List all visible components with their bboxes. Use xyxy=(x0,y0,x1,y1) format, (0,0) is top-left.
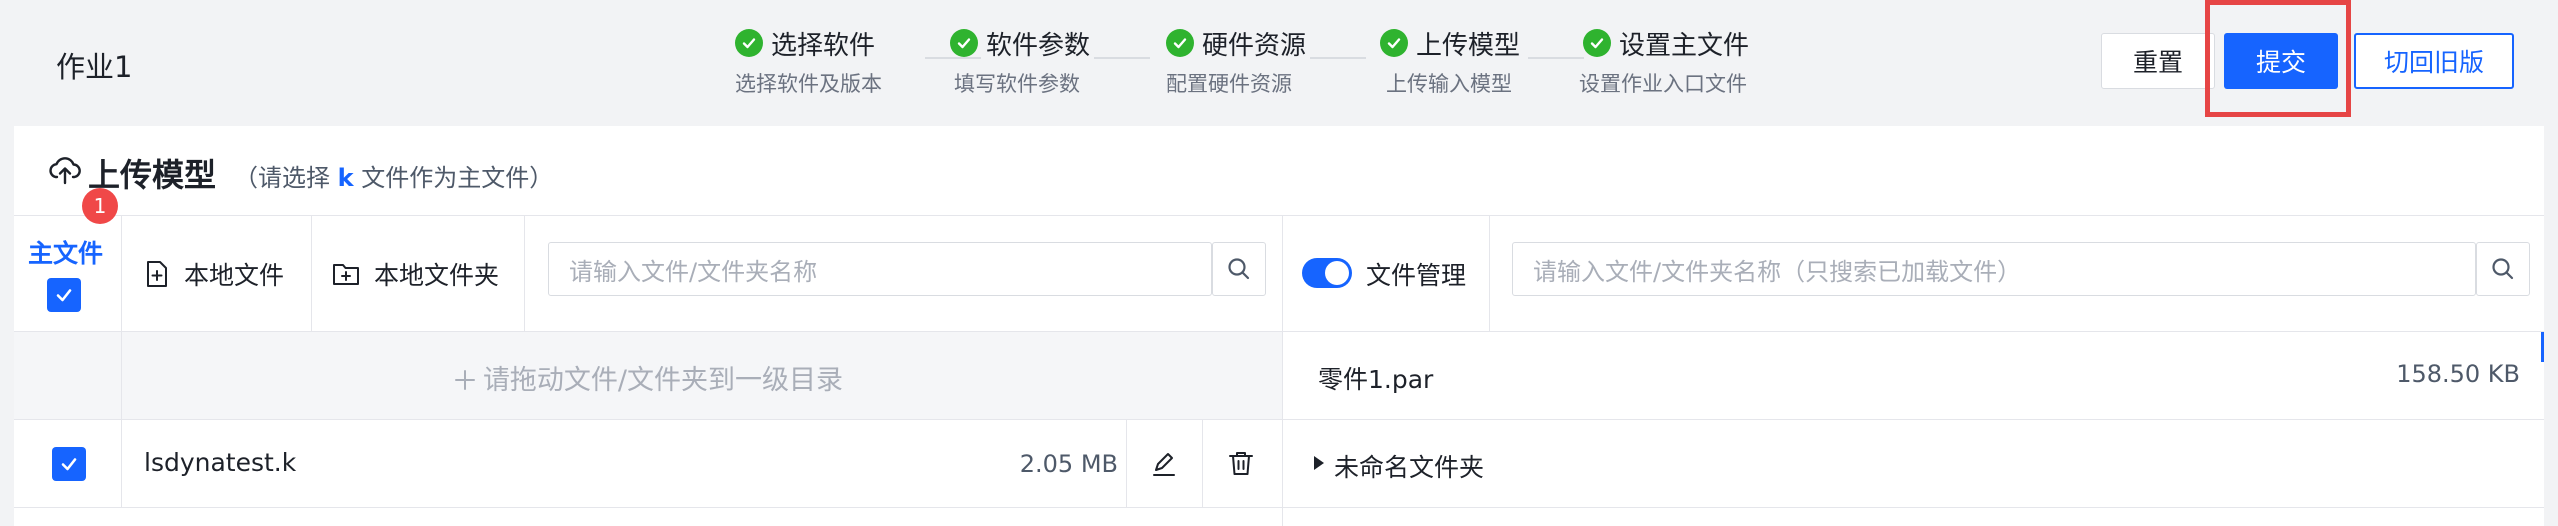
step-connector xyxy=(1310,57,1366,59)
step-hardware[interactable]: 硬件资源 配置硬件资源 xyxy=(1166,26,1306,98)
divider xyxy=(121,216,122,332)
step-label: 软件参数 xyxy=(986,30,1091,61)
reset-button[interactable]: 重置 xyxy=(2101,33,2215,89)
step-connector xyxy=(1094,57,1150,59)
file-manage-toggle[interactable] xyxy=(1302,258,1352,288)
check-circle-icon xyxy=(950,29,978,57)
file-size: 2.05 MB xyxy=(1019,450,1118,478)
delete-button[interactable] xyxy=(1227,449,1255,481)
divider xyxy=(311,216,312,332)
hint-prefix: （请选择 xyxy=(234,164,338,192)
check-circle-icon xyxy=(735,29,763,57)
main-file-select-all-checkbox[interactable] xyxy=(47,278,81,312)
file-add-icon xyxy=(147,261,167,287)
file-manager-search-button[interactable] xyxy=(2476,242,2530,296)
scroll-indicator xyxy=(2541,332,2544,362)
check-circle-icon xyxy=(1583,29,1611,57)
divider xyxy=(1282,216,1283,332)
search-icon xyxy=(1228,258,1250,280)
divider xyxy=(121,420,122,508)
step-connector xyxy=(1528,57,1584,59)
file-manager-item-name: 零件1.par xyxy=(1318,365,1434,394)
file-manager-folder[interactable]: 未命名文件夹 xyxy=(1282,420,2544,508)
trash-icon xyxy=(1229,452,1253,475)
local-file-button[interactable]: 本地文件 xyxy=(144,216,284,332)
plus-icon xyxy=(454,370,475,390)
step-label: 选择软件 xyxy=(771,30,876,61)
file-row[interactable]: lsdynatest.k 2.05 MB xyxy=(14,420,1282,508)
local-folder-label: 本地文件夹 xyxy=(374,261,500,290)
step-sub: 上传输入模型 xyxy=(1386,72,1512,96)
divider xyxy=(524,216,525,332)
step-software-params[interactable]: 软件参数 填写软件参数 xyxy=(950,26,1090,98)
panel-header: 上传模型 （请选择 k 文件作为主文件） xyxy=(14,126,2544,216)
step-set-main-file[interactable]: 设置主文件 设置作业入口文件 xyxy=(1579,26,1750,98)
step-sub: 设置作业入口文件 xyxy=(1579,72,1747,96)
hint-extension: k xyxy=(337,164,354,192)
file-manage-label: 文件管理 xyxy=(1366,261,1467,290)
local-folder-button[interactable]: 本地文件夹 xyxy=(332,216,499,332)
check-circle-icon xyxy=(1380,29,1408,57)
upload-panel: 上传模型 （请选择 k 文件作为主文件） 主文件 1 本地文件 本地文件夹 请输… xyxy=(14,126,2544,526)
main-file-checkbox[interactable] xyxy=(52,447,86,481)
drop-zone-hint: 请拖动文件/文件夹到一级目录 xyxy=(14,358,1282,397)
edit-button[interactable] xyxy=(1150,450,1178,482)
divider xyxy=(1202,420,1203,508)
step-sub: 选择软件及版本 xyxy=(735,72,882,96)
check-circle-icon xyxy=(1166,29,1194,57)
file-manager-item-size: 158.50 KB xyxy=(2396,360,2520,388)
divider xyxy=(1126,420,1127,508)
local-file-label: 本地文件 xyxy=(184,261,285,290)
step-label: 设置主文件 xyxy=(1619,30,1750,61)
file-name: lsdynatest.k xyxy=(144,448,297,477)
edit-icon xyxy=(1153,453,1175,476)
step-upload-model[interactable]: 上传模型 上传输入模型 xyxy=(1380,26,1520,98)
file-toolbar: 主文件 1 本地文件 本地文件夹 请输入文件/文件夹名称 文件管理 请输入文件/… xyxy=(14,188,2544,332)
job-title: 作业1 xyxy=(56,50,133,84)
hint-suffix: 文件作为主文件） xyxy=(353,164,554,192)
file-search-button[interactable] xyxy=(1212,242,1266,296)
search-icon xyxy=(2492,258,2514,280)
divider xyxy=(1489,216,1490,332)
toggle-knob xyxy=(1325,261,1349,285)
switch-old-version-button[interactable]: 切回旧版 xyxy=(2354,33,2514,89)
step-label: 上传模型 xyxy=(1416,30,1521,61)
top-bar: 作业1 选择软件 选择软件及版本 软件参数 填写软件参数 硬件资源 配置硬件资源 xyxy=(0,0,2558,126)
drop-zone-text: 请拖动文件/文件夹到一级目录 xyxy=(482,365,844,396)
step-sub: 填写软件参数 xyxy=(954,72,1080,96)
drop-zone[interactable]: 请拖动文件/文件夹到一级目录 xyxy=(14,332,1282,420)
folder-name: 未命名文件夹 xyxy=(1334,453,1485,482)
caret-right-icon[interactable] xyxy=(1312,454,1326,472)
main-file-label: 主文件 xyxy=(28,239,104,268)
step-select-software[interactable]: 选择软件 选择软件及版本 xyxy=(735,26,882,98)
file-manager-item[interactable]: 零件1.par 158.50 KB xyxy=(1282,332,2544,420)
step-label: 硬件资源 xyxy=(1202,30,1307,61)
file-search-input[interactable]: 请输入文件/文件夹名称 xyxy=(548,242,1212,296)
step-sub: 配置硬件资源 xyxy=(1166,72,1292,96)
folder-add-icon xyxy=(333,264,359,285)
file-manager-search-input[interactable]: 请输入文件/文件夹名称（只搜索已加载文件） xyxy=(1512,242,2476,296)
highlight-annotation xyxy=(2205,0,2351,117)
main-file-hint: （请选择 k 文件作为主文件） xyxy=(234,158,553,193)
count-badge: 1 xyxy=(82,188,118,224)
cloud-upload-icon xyxy=(49,157,81,185)
